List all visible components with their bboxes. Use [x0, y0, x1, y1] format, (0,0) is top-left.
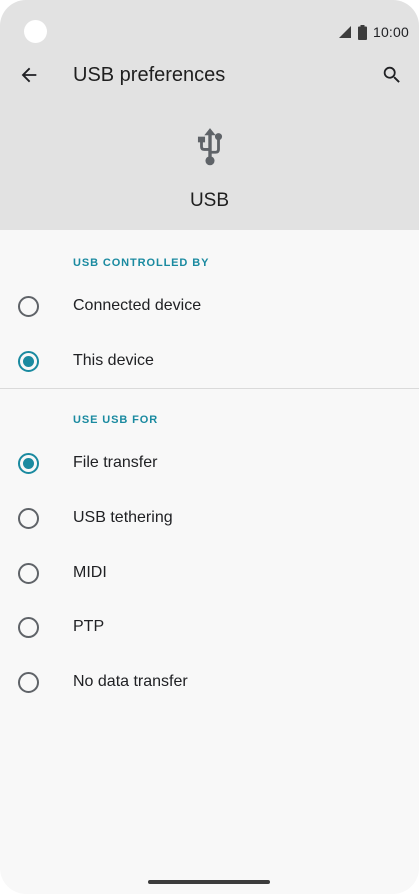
section-header-controlled-by: USB CONTROLLED BY — [73, 257, 210, 269]
option-file-transfer[interactable]: File transfer — [0, 436, 419, 490]
radio-button[interactable] — [18, 562, 39, 584]
back-button[interactable] — [8, 54, 50, 96]
option-label: PTP — [73, 618, 105, 635]
search-icon — [383, 66, 400, 83]
option-label: USB tethering — [73, 509, 173, 526]
option-connected-device[interactable]: Connected device — [0, 279, 419, 333]
usb-title: USB — [189, 190, 230, 211]
option-label: Connected device — [73, 297, 202, 314]
page-title: USB preferences — [73, 64, 226, 86]
radio-button[interactable] — [18, 616, 39, 638]
status-time: 10:00 — [372, 24, 409, 40]
search-button[interactable] — [371, 54, 413, 96]
section-divider — [0, 388, 419, 389]
toolbar: USB preferences — [0, 52, 419, 100]
usb-hero — [0, 128, 419, 173]
option-label: No data transfer — [73, 673, 188, 690]
radio-button[interactable] — [18, 671, 39, 693]
radio-button-selected[interactable] — [18, 350, 39, 372]
radio-button-selected[interactable] — [18, 452, 39, 474]
battery-icon — [357, 24, 367, 40]
section-header-use-usb-for: USE USB FOR — [73, 414, 159, 426]
radio-button[interactable] — [18, 507, 39, 529]
phone-screen: 10:00 USB preferences USB USB CONTROLLED… — [0, 0, 419, 894]
radio-button[interactable] — [18, 295, 39, 317]
option-usb-tethering[interactable]: USB tethering — [0, 491, 419, 545]
camera-cutout — [24, 20, 47, 43]
arrow-back-icon — [21, 67, 37, 83]
option-label: File transfer — [73, 454, 158, 471]
option-label: This device — [73, 352, 154, 369]
app-header: 10:00 USB preferences USB — [0, 0, 419, 230]
option-ptp[interactable]: PTP — [0, 600, 419, 654]
status-icons: 10:00 — [338, 22, 409, 42]
usb-icon — [197, 128, 222, 166]
option-midi[interactable]: MIDI — [0, 546, 419, 600]
option-no-data-transfer[interactable]: No data transfer — [0, 655, 419, 709]
option-this-device[interactable]: This device — [0, 334, 419, 388]
option-label: MIDI — [73, 564, 107, 581]
home-indicator[interactable] — [148, 880, 270, 884]
signal-icon — [338, 26, 351, 38]
